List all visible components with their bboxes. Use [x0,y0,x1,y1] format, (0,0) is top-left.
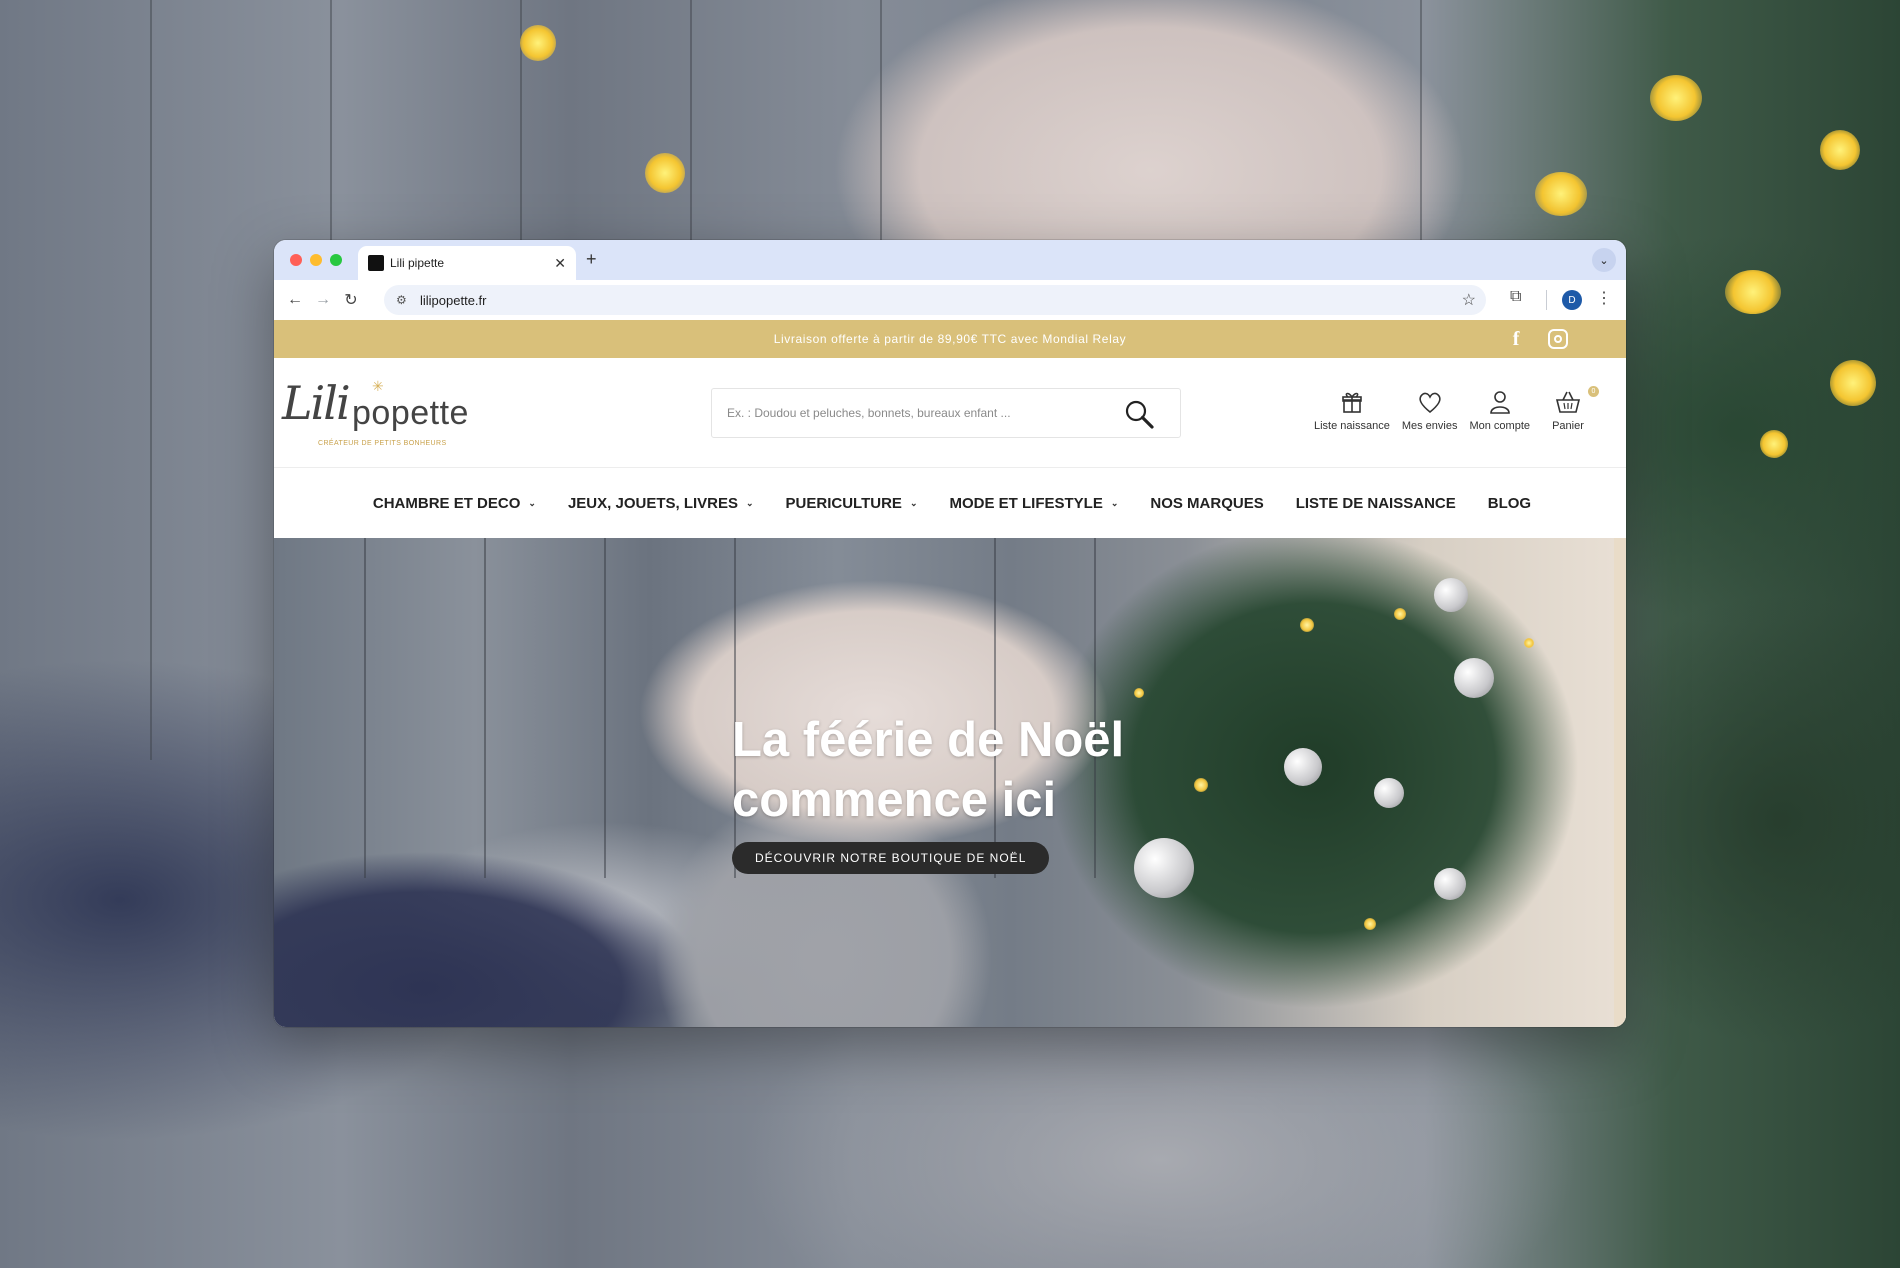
heart-icon [1419,392,1441,414]
account-link[interactable]: Mon compte [1467,388,1532,432]
nav-item-chambre-et-deco[interactable]: CHAMBRE ET DECO ⌄ [373,495,536,512]
browser-tab[interactable]: Lili pipette ✕ [358,246,576,280]
close-tab-icon[interactable]: ✕ [554,255,566,272]
wishlist-link[interactable]: Mes envies [1400,388,1460,432]
nav-item-label: NOS MARQUES [1150,494,1264,512]
cart-link[interactable]: 0 Panier [1540,386,1599,432]
logo-tagline: CRÉATEUR DE PETITS BONHEURS [318,440,447,447]
window-controls [290,254,342,266]
nav-item-blog[interactable]: BLOG [1488,495,1531,512]
nav-item-mode-et-lifestyle[interactable]: MODE ET LIFESTYLE ⌄ [949,495,1118,512]
nav-item-label: BLOG [1487,494,1532,512]
site-settings-icon[interactable]: ⚙ [396,293,412,307]
address-bar[interactable]: ⚙ lilipopette.fr ☆ [384,285,1486,315]
nav-item-label: LISTE DE NAISSANCE [1295,494,1456,512]
new-tab-icon[interactable]: + [586,249,597,270]
chevron-down-icon: ⌄ [528,497,536,508]
announcement-text: Livraison offerte à partir de 89,90€ TTC… [773,332,1127,346]
wishlist-label: Mes envies [1401,420,1458,432]
tab-search-chevron-icon[interactable]: ⌄ [1592,248,1616,272]
search-input[interactable] [727,406,1107,420]
nav-item-puericulture[interactable]: PUERICULTURE ⌄ [786,495,918,512]
logo-word-text: popette [352,394,469,432]
christmas-shop-button[interactable]: DÉCOUVRIR NOTRE BOUTIQUE DE NOËL [732,842,1050,874]
hero-copy: La féérie de Noël commence ici DÉCOUVRIR… [732,710,1192,874]
minimize-window-button[interactable] [310,254,322,266]
toolbar-divider [1546,290,1547,310]
chevron-down-icon: ⌄ [909,497,918,508]
close-window-button[interactable] [290,254,302,266]
forward-arrow-icon[interactable]: → [310,287,336,313]
social-links: f [1513,328,1568,350]
cart-label: Panier [1552,420,1584,432]
web-page: Livraison offerte à partir de 89,90€ TTC… [274,320,1626,1027]
announcement-bar: Livraison offerte à partir de 89,90€ TTC… [274,320,1626,358]
tab-title: Lili pipette [390,256,445,270]
favicon-icon [368,255,384,271]
main-navigation: CHAMBRE ET DECO ⌄ JEUX, JOUETS, LIVRES ⌄… [274,468,1626,538]
sparkle-icon: ✳ [372,378,384,394]
url-text: lilipopette.fr [420,292,487,308]
extensions-puzzle-icon[interactable]: ⧉ [1510,288,1521,306]
bookmark-star-icon[interactable]: ☆ [1462,290,1476,310]
site-logo[interactable]: Lili ✳ popette CRÉATEUR DE PETITS BONHEU… [282,376,482,448]
chevron-down-icon: ⌄ [1110,497,1119,508]
nav-item-label: CHAMBRE ET DECO [372,494,521,512]
nav-item-nos-marques[interactable]: NOS MARQUES [1150,495,1263,512]
back-arrow-icon[interactable]: ← [282,287,308,313]
search-icon[interactable] [1124,399,1154,429]
user-icon [1489,391,1510,414]
cart-count-badge: 0 [1588,386,1599,397]
browser-menu-icon[interactable]: ⋮ [1596,288,1612,308]
header-actions: Liste naissance Mes envies Mon compte 0 … [1312,386,1599,432]
reload-icon[interactable]: ↻ [338,287,364,313]
browser-window: Lili pipette ✕ + ⌄ ← → ↻ ⚙ lilipopette.f… [274,240,1626,1027]
chevron-down-icon: ⌄ [746,497,754,508]
hero-title: La féérie de Noël commence ici [732,713,1125,827]
gift-icon [1342,392,1362,413]
nav-item-liste-de-naissance[interactable]: LISTE DE NAISSANCE [1296,495,1456,512]
search-box [711,388,1181,438]
tab-strip: Lili pipette ✕ + ⌄ [274,240,1626,280]
page-scrollbar[interactable] [1614,538,1626,1027]
nav-item-label: MODE ET LIFESTYLE [949,494,1103,512]
nav-item-jeux-jouets-livres[interactable]: JEUX, JOUETS, LIVRES ⌄ [568,495,754,512]
profile-avatar[interactable]: D [1562,290,1582,310]
browser-toolbar: ← → ↻ ⚙ lilipopette.fr ☆ ⧉ D ⋮ [274,280,1626,320]
nav-item-label: JEUX, JOUETS, LIVRES [567,494,738,512]
facebook-icon[interactable]: f [1513,328,1520,350]
instagram-icon[interactable] [1548,329,1568,349]
account-label: Mon compte [1469,420,1530,432]
birth-list-label: Liste naissance [1314,420,1390,432]
nav-item-label: PUERICULTURE [785,494,902,512]
basket-icon [1555,391,1581,413]
maximize-window-button[interactable] [330,254,342,266]
site-header: Lili ✳ popette CRÉATEUR DE PETITS BONHEU… [274,358,1626,468]
hero-banner: La féérie de Noël commence ici DÉCOUVRIR… [274,538,1614,1027]
birth-list-link[interactable]: Liste naissance [1312,388,1392,432]
logo-script-text: Lili [282,376,351,430]
